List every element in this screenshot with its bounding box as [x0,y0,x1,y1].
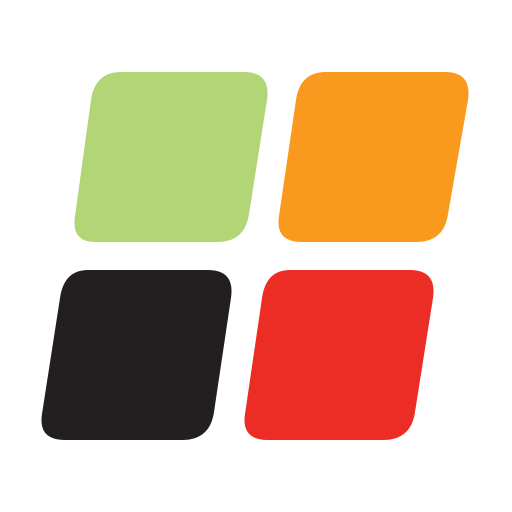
orange-tile [278,72,469,242]
app-icon-canvas [0,0,512,512]
red-tile [244,270,434,440]
four-tile-logo-icon [41,72,469,440]
black-tile [41,270,232,440]
green-tile [74,72,268,242]
